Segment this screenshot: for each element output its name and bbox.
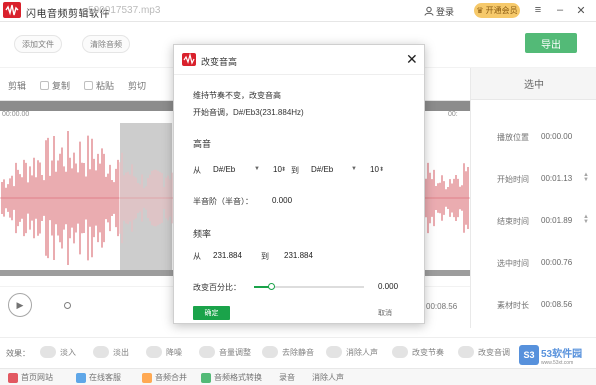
percent-input[interactable]: 0.000 [378, 282, 398, 291]
vip-button[interactable]: ♛ 开通会员 [474, 3, 520, 18]
close-window-icon[interactable]: ✕ [575, 4, 587, 17]
crown-icon: ♛ [476, 6, 484, 15]
dialog-title: 改变音高 [201, 57, 238, 67]
login-label: 登录 [436, 6, 455, 17]
dialog-description: 维持节奏不变，改变音高 [193, 91, 281, 100]
user-icon [424, 6, 434, 16]
login-button[interactable]: 登录 [424, 3, 454, 19]
percent-slider-handle[interactable] [267, 283, 275, 290]
freq-to-label: 到 [261, 252, 269, 261]
start-pitch-text: 开始音调，D#/Eb3(231.884Hz) [193, 108, 304, 117]
to-octave-spin-icon[interactable]: ⬍ [379, 166, 384, 173]
to-note-dropdown-icon[interactable]: ▼ [351, 166, 357, 172]
title-bar: 闪电音频剪辑软件 - 500017537.mp3 登录 ♛ 开通会员 ≡ – ✕ [0, 0, 596, 22]
ok-button[interactable]: 确定 [193, 306, 230, 320]
from-note-select[interactable]: D#/Eb [213, 165, 235, 174]
app-logo-icon [3, 2, 21, 18]
from-note-dropdown-icon[interactable]: ▼ [254, 166, 260, 172]
dialog-header: 改变音高 ✕ [174, 45, 424, 75]
pitch-to-label: 到 [291, 166, 299, 175]
minimize-icon[interactable]: – [554, 4, 566, 16]
to-note-select[interactable]: D#/Eb [311, 165, 333, 174]
frequency-section-title: 频率 [193, 229, 212, 239]
pitch-from-label: 从 [193, 166, 201, 175]
to-octave-input[interactable]: 10 [370, 165, 379, 174]
from-octave-spin-icon[interactable]: ⬍ [281, 166, 286, 173]
percent-slider[interactable] [254, 283, 364, 290]
dialog-logo-icon [182, 52, 196, 66]
vip-label: 开通会员 [485, 6, 518, 15]
change-pitch-dialog: 改变音高 ✕ 维持节奏不变，改变音高 开始音调，D#/Eb3(231.884Hz… [173, 44, 425, 324]
cancel-button[interactable]: 取消 [378, 308, 392, 318]
percent-label: 改变百分比： [193, 283, 241, 292]
dialog-close-icon[interactable]: ✕ [406, 51, 418, 68]
file-name: - 500017537.mp3 [82, 5, 161, 16]
menu-icon[interactable]: ≡ [532, 4, 544, 16]
semitone-input[interactable]: 0.000 [272, 196, 292, 205]
freq-from-label: 从 [193, 252, 201, 261]
freq-from-input[interactable]: 231.884 [213, 251, 242, 260]
semitone-label: 半音阶（半音）： [193, 197, 253, 206]
ok-label: 确定 [204, 310, 219, 317]
freq-to-input[interactable]: 231.884 [284, 251, 313, 260]
pitch-section-title: 高音 [193, 139, 212, 149]
